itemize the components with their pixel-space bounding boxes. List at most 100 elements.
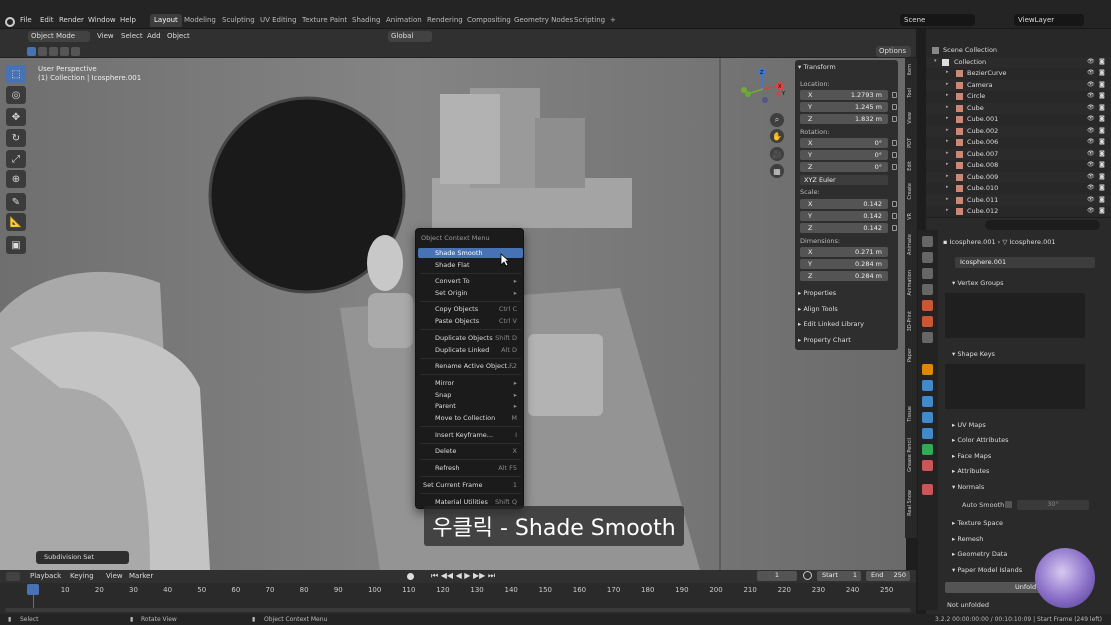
vertex-groups-header[interactable]: ▾ Vertex Groups	[952, 279, 1003, 287]
vertex-groups-list[interactable]	[945, 293, 1085, 338]
sidebar-tab-view[interactable]: View	[907, 112, 913, 124]
menu-window[interactable]: Window	[88, 16, 116, 24]
expand-icon[interactable]: ▸	[946, 127, 949, 133]
mode-dropdown[interactable]: Object Mode	[28, 31, 90, 42]
camera-icon[interactable]: ◙	[1099, 69, 1105, 76]
select-invert-icon[interactable]	[60, 47, 69, 56]
sidebar-tab-paper[interactable]: Paper	[907, 348, 913, 362]
menu-item-move-to-collection[interactable]: Move to Collection M	[418, 413, 523, 423]
camera-icon[interactable]: ◙	[1099, 104, 1105, 111]
keying-menu[interactable]: Keying	[67, 571, 97, 582]
view-layer-tab-icon[interactable]	[922, 284, 933, 295]
start-frame-field[interactable]: Start 1	[817, 571, 861, 581]
eye-icon[interactable]: 👁	[1087, 69, 1095, 76]
uv-maps-header[interactable]: ▸ UV Maps	[952, 421, 986, 429]
record-icon[interactable]	[407, 573, 414, 580]
sidebar-tab-item[interactable]: Item	[907, 64, 913, 75]
tool-tab-icon[interactable]	[922, 236, 933, 247]
sidebar-tab-real-snow[interactable]: Real Snow	[907, 490, 913, 516]
outliner-item[interactable]: ▸ Camera 👁 ◙	[926, 80, 1111, 91]
scene-selector[interactable]: Scene	[900, 14, 975, 26]
menu-item-delete[interactable]: Delete X	[418, 446, 523, 456]
rotation-z-field[interactable]: Z 0°	[800, 162, 888, 172]
outliner-item[interactable]: ▸ Circle 👁 ◙	[926, 91, 1111, 102]
tab-texture-paint[interactable]: Texture Paint	[298, 14, 351, 27]
menu-item-insert-keyframe[interactable]: Insert Keyframe... I	[418, 430, 523, 440]
camera-icon[interactable]: ◙	[1099, 58, 1105, 65]
camera-icon[interactable]: ◙	[1099, 81, 1105, 88]
outliner-collection[interactable]: ▾ Collection 👁 ◙	[926, 57, 1111, 68]
eye-icon[interactable]: 👁	[1087, 173, 1095, 180]
outliner-item[interactable]: ▸ BezierCurve 👁 ◙	[926, 68, 1111, 79]
lock-icon[interactable]	[892, 213, 897, 219]
last-operator-panel[interactable]: Subdivision Set	[36, 551, 129, 564]
menu-item-convert-to[interactable]: Convert To ▸	[418, 276, 523, 286]
playback-menu[interactable]: Playback	[27, 571, 64, 582]
blender-logo-icon[interactable]	[5, 17, 15, 27]
material-tab-icon[interactable]	[922, 460, 933, 471]
sidebar-tab-create[interactable]: Create	[907, 183, 913, 200]
expand-icon[interactable]: ▸	[946, 196, 949, 202]
sidebar-tab-tissue[interactable]: Tissue	[907, 406, 913, 422]
attributes-header[interactable]: ▸ Attributes	[952, 467, 989, 475]
outliner-item[interactable]: ▸ Cube.010 👁 ◙	[926, 183, 1111, 194]
scale-z-field[interactable]: Z 0.142	[800, 223, 888, 233]
eye-icon[interactable]: 👁	[1087, 184, 1095, 191]
outliner-item[interactable]: ▸ Cube.011 👁 ◙	[926, 195, 1111, 206]
rotation-y-field[interactable]: Y 0°	[800, 150, 888, 160]
mesh-name-field[interactable]: Icosphere.001	[955, 257, 1095, 268]
outliner-item[interactable]: ▸ Cube.007 👁 ◙	[926, 149, 1111, 160]
dimensions-z-field[interactable]: Z 0.284 m	[800, 271, 888, 281]
menu-item-refresh[interactable]: Refresh Alt F5	[418, 463, 523, 473]
properties-subpanel[interactable]: ▸ Properties	[798, 289, 836, 297]
outliner-item[interactable]: ▸ Cube.012 👁 ◙	[926, 206, 1111, 217]
mesh-data-tab-icon[interactable]	[922, 444, 933, 455]
select-subtract-icon[interactable]	[49, 47, 58, 56]
add-workspace-button[interactable]: +	[606, 14, 620, 27]
timeline-scrollbar[interactable]	[5, 608, 911, 612]
rotation-x-field[interactable]: X 0°	[800, 138, 888, 148]
measure-tool-button[interactable]: 📐	[6, 213, 26, 231]
select-box-icon[interactable]	[27, 47, 36, 56]
select-tool-button[interactable]: ⬚	[6, 65, 26, 83]
expand-icon[interactable]: ▸	[946, 161, 949, 167]
tab-sculpting[interactable]: Sculpting	[218, 14, 259, 27]
menu-add[interactable]: Add	[144, 31, 164, 42]
annotate-tool-button[interactable]: ✎	[6, 193, 26, 211]
outliner-item[interactable]: ▸ Cube.001 👁 ◙	[926, 114, 1111, 125]
menu-item-snap[interactable]: Snap ▸	[418, 390, 523, 400]
lock-icon[interactable]	[892, 104, 897, 110]
camera-icon[interactable]: ◙	[1099, 127, 1105, 134]
outliner-item[interactable]: ▸ Cube.009 👁 ◙	[926, 172, 1111, 183]
timeline-view-menu[interactable]: View	[103, 571, 126, 582]
lock-icon[interactable]	[892, 116, 897, 122]
remesh-header[interactable]: ▸ Remesh	[952, 535, 983, 543]
tab-compositing[interactable]: Compositing	[463, 14, 515, 27]
playhead[interactable]	[27, 584, 39, 595]
scene-tab-icon[interactable]	[922, 300, 933, 311]
menu-object[interactable]: Object	[164, 31, 193, 42]
modifier-tab-icon[interactable]	[922, 380, 933, 391]
render-tab-icon[interactable]	[922, 252, 933, 263]
expand-icon[interactable]: ▸	[946, 207, 949, 213]
select-intersect-icon[interactable]	[71, 47, 80, 56]
navigation-gizmo[interactable]: X Y Z	[740, 66, 786, 112]
camera-view-icon[interactable]: 🎥	[770, 147, 784, 161]
tab-animation[interactable]: Animation	[382, 14, 426, 27]
camera-icon[interactable]: ◙	[1099, 115, 1105, 122]
location-y-field[interactable]: Y 1.245 m	[800, 102, 888, 112]
texture-space-header[interactable]: ▸ Texture Space	[952, 519, 1003, 527]
world-tab-icon[interactable]	[922, 316, 933, 327]
constraints-tab-icon[interactable]	[922, 428, 933, 439]
camera-icon[interactable]: ◙	[1099, 161, 1105, 168]
menu-item-parent[interactable]: Parent ▸	[418, 401, 523, 411]
eye-icon[interactable]: 👁	[1087, 138, 1095, 145]
camera-icon[interactable]: ◙	[1099, 138, 1105, 145]
sidebar-tab-grease-pencil[interactable]: Grease Pencil	[907, 438, 913, 472]
outliner-scene-collection[interactable]: Scene Collection	[926, 45, 1111, 56]
menu-item-set-origin[interactable]: Set Origin ▸	[418, 288, 523, 298]
expand-icon[interactable]: ▸	[946, 115, 949, 121]
outliner-item[interactable]: ▸ Cube.006 👁 ◙	[926, 137, 1111, 148]
physics-tab-icon[interactable]	[922, 412, 933, 423]
align-tools-subpanel[interactable]: ▸ Align Tools	[798, 305, 838, 313]
